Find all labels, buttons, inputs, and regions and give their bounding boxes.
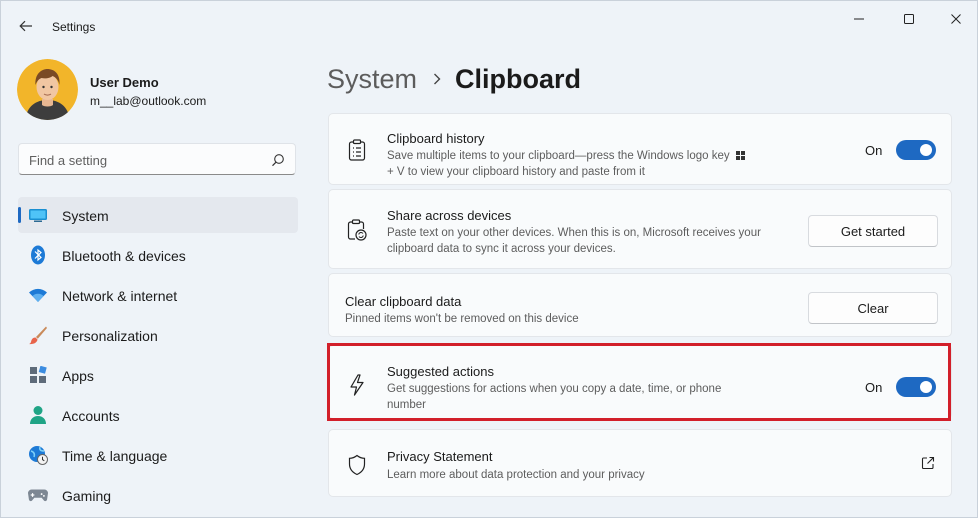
system-icon <box>28 205 48 225</box>
minimize-icon <box>854 18 864 20</box>
user-avatar-icon <box>17 59 78 120</box>
toggle-state-label: On <box>865 142 883 158</box>
maximize-icon <box>904 14 914 24</box>
clear-clipboard-card: Clear clipboard data Pinned items won't … <box>328 273 952 337</box>
sidebar-item-gaming[interactable]: Gaming <box>18 477 298 513</box>
windows-logo-icon <box>735 151 745 160</box>
sidebar-item-personalization[interactable]: Personalization <box>18 317 298 353</box>
settings-window: Settings User Demo m__lab@outlook.com Fi… <box>0 0 978 518</box>
sidebar-item-label: Bluetooth & devices <box>62 248 186 264</box>
search-input[interactable]: Find a setting <box>29 153 107 168</box>
sidebar-item-label: Network & internet <box>62 288 178 304</box>
user-name: User Demo <box>90 75 159 90</box>
search-box[interactable]: Find a setting <box>18 143 296 175</box>
clipboard-history-toggle[interactable] <box>896 140 937 160</box>
sidebar-item-time-language[interactable]: Time & language <box>18 437 298 473</box>
search-icon <box>272 154 284 167</box>
card-description: Save multiple items to your clipboard—pr… <box>387 148 745 180</box>
back-button[interactable] <box>13 13 39 39</box>
external-link-icon[interactable] <box>921 456 935 475</box>
close-icon <box>951 14 961 24</box>
card-description: Paste text on your other devices. When t… <box>387 227 761 255</box>
breadcrumb-parent-link[interactable]: System <box>327 64 417 95</box>
brush-icon <box>28 325 48 345</box>
sidebar-item-label: System <box>62 208 109 224</box>
clipboard-sync-icon <box>346 219 368 241</box>
sidebar-item-label: Apps <box>62 368 94 384</box>
sidebar-item-label: Personalization <box>62 328 158 344</box>
title-bar: Settings <box>1 1 977 49</box>
highlight-annotation <box>327 343 951 421</box>
card-title: Share across devices <box>387 208 512 223</box>
sidebar-item-bluetooth[interactable]: Bluetooth & devices <box>18 237 298 273</box>
maximize-button[interactable] <box>895 7 923 31</box>
sidebar-item-label: Time & language <box>62 448 168 464</box>
clipboard-history-toggle-group: On <box>865 140 937 160</box>
sidebar-item-apps[interactable]: Apps <box>18 357 298 393</box>
card-title: Clipboard history <box>387 131 485 146</box>
card-description: Learn more about data protection and you… <box>387 469 645 481</box>
card-title: Privacy Statement <box>387 449 493 464</box>
chevron-right-icon <box>433 73 441 85</box>
breadcrumb: System Clipboard <box>327 61 581 97</box>
close-button[interactable] <box>942 7 970 31</box>
bluetooth-icon <box>28 245 48 265</box>
clear-button[interactable]: Clear <box>808 292 938 324</box>
clipboard-list-icon <box>346 139 368 161</box>
back-arrow-icon <box>19 20 32 32</box>
clipboard-history-card: Clipboard history Save multiple items to… <box>328 113 952 185</box>
privacy-statement-card[interactable]: Privacy Statement Learn more about data … <box>328 429 952 497</box>
app-title: Settings <box>52 20 96 34</box>
get-started-button[interactable]: Get started <box>808 215 938 247</box>
avatar <box>17 59 78 120</box>
gamepad-icon <box>28 485 48 505</box>
user-email: m__lab@outlook.com <box>90 94 207 108</box>
page-title: Clipboard <box>455 63 582 94</box>
sidebar-item-system[interactable]: System <box>18 197 298 233</box>
minimize-button[interactable] <box>845 7 873 31</box>
sidebar-item-accounts[interactable]: Accounts <box>18 397 298 433</box>
apps-icon <box>28 365 48 385</box>
sidebar-item-label: Gaming <box>62 488 112 504</box>
accounts-icon <box>28 405 48 425</box>
shield-icon <box>346 454 368 476</box>
globe-clock-icon <box>28 445 48 465</box>
card-description: Pinned items won't be removed on this de… <box>345 313 579 325</box>
sidebar-item-network[interactable]: Network & internet <box>18 277 298 313</box>
sidebar-item-label: Accounts <box>62 408 120 424</box>
share-across-devices-card: Share across devices Paste text on your … <box>328 189 952 269</box>
sidebar-nav: System Bluetooth & devices Network & int… <box>18 197 298 517</box>
card-title: Clear clipboard data <box>345 294 462 309</box>
toggle-knob <box>920 144 933 156</box>
wifi-icon <box>28 285 48 305</box>
